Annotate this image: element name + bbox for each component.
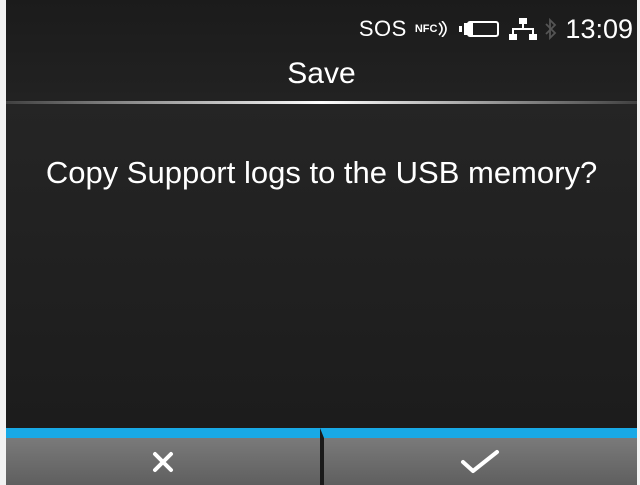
confirmation-message: Copy Support logs to the USB memory? <box>45 155 598 190</box>
status-bar: SOS NFC 13:09 <box>359 14 633 44</box>
battery-icon <box>459 21 500 37</box>
page-title: Save <box>287 57 356 90</box>
clock: 13:09 <box>565 13 633 44</box>
header: SOS NFC 13:09 Save <box>6 0 637 102</box>
nfc-signal-icon <box>438 21 448 37</box>
cancel-button[interactable] <box>6 428 320 485</box>
confirm-button[interactable] <box>319 428 637 485</box>
bluetooth-icon <box>545 17 557 41</box>
nfc-icon: NFC <box>415 21 452 37</box>
printer-display: SOS NFC 13:09 Save Copy Support logs to … <box>0 0 640 485</box>
cancel-icon <box>152 451 173 472</box>
footer-buttons <box>6 428 637 485</box>
nfc-label: NFC <box>414 23 438 35</box>
dialog-body: Copy Support logs to the USB memory? <box>6 104 637 428</box>
network-icon <box>509 18 538 40</box>
sos-indicator: SOS <box>358 16 407 41</box>
confirm-icon <box>461 449 500 473</box>
